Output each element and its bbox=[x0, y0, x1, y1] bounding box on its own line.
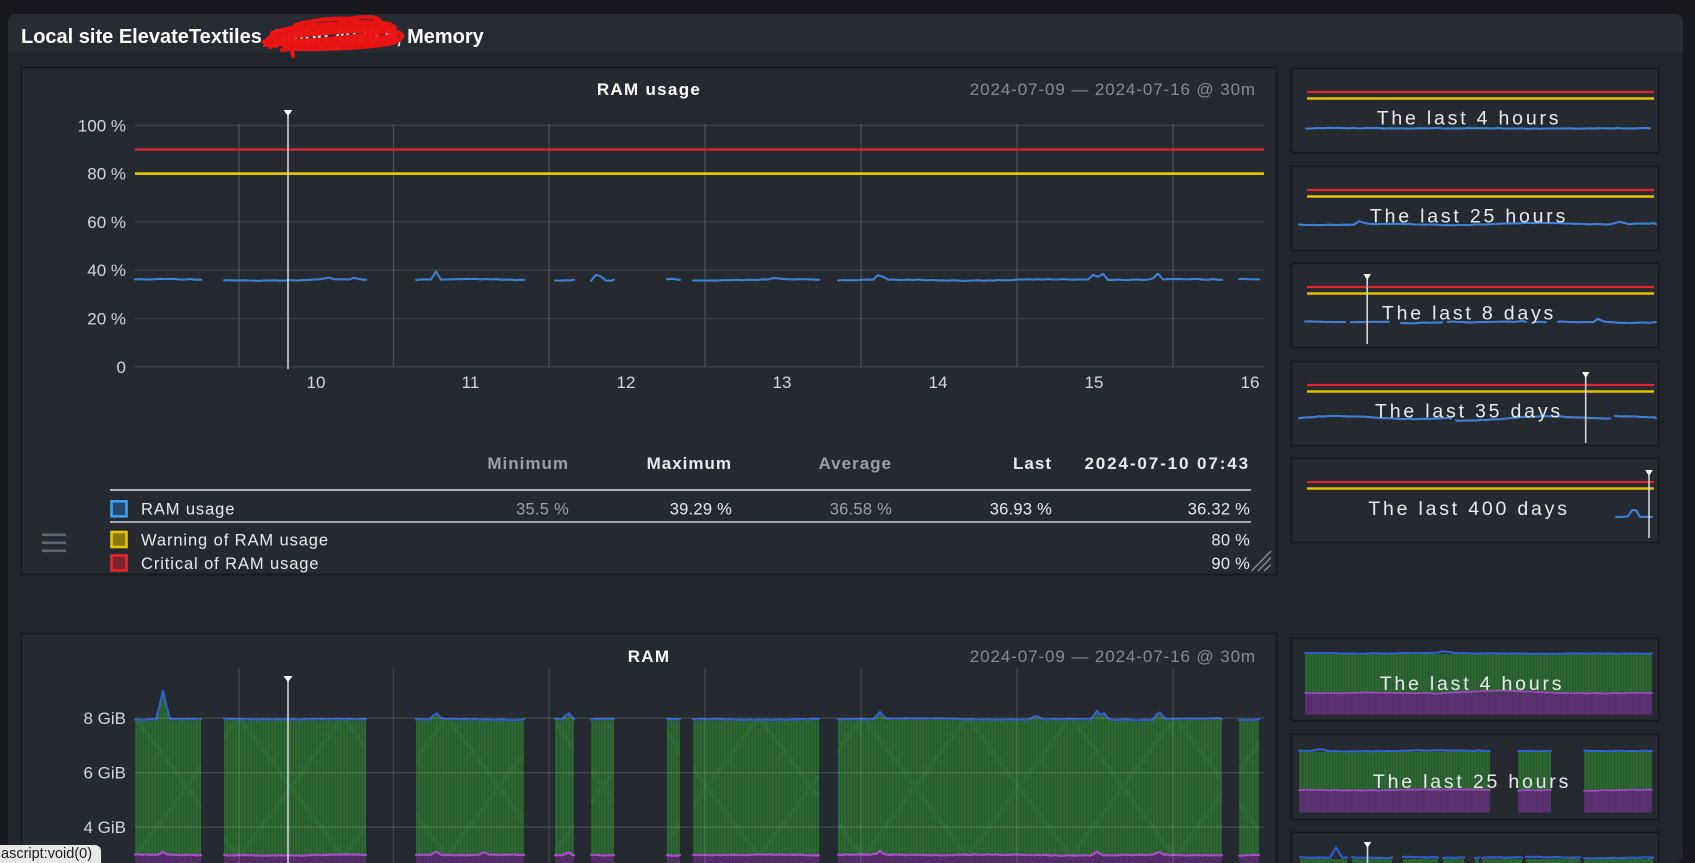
svg-text:36.58 %: 36.58 % bbox=[830, 501, 892, 519]
svg-text:2024-07-10 07:43: 2024-07-10 07:43 bbox=[1084, 454, 1250, 473]
svg-text:40 %: 40 % bbox=[87, 261, 126, 280]
svg-text:RAM usage: RAM usage bbox=[597, 80, 701, 99]
svg-text:The last 35 days: The last 35 days bbox=[1375, 401, 1563, 423]
svg-text:The last 25 hours: The last 25 hours bbox=[1373, 771, 1571, 793]
svg-text:RAM: RAM bbox=[628, 647, 671, 666]
svg-text:80 %: 80 % bbox=[87, 165, 126, 184]
svg-text:Critical of RAM usage: Critical of RAM usage bbox=[141, 555, 319, 573]
svg-text:, Memory: , Memory bbox=[396, 26, 485, 48]
svg-text:Local site ElevateTextiles,: Local site ElevateTextiles, bbox=[21, 26, 267, 48]
svg-text:Maximum: Maximum bbox=[647, 454, 732, 473]
svg-text:0: 0 bbox=[117, 358, 126, 377]
svg-text:11: 11 bbox=[462, 373, 480, 392]
svg-text:RAM usage: RAM usage bbox=[141, 501, 235, 519]
svg-text:100 %: 100 % bbox=[78, 116, 126, 135]
svg-text:Last: Last bbox=[1013, 454, 1052, 473]
svg-text:36.93 %: 36.93 % bbox=[990, 501, 1052, 519]
svg-text:14: 14 bbox=[929, 373, 948, 392]
svg-text:The last 25 hours: The last 25 hours bbox=[1370, 206, 1568, 228]
svg-text:The last 400 days: The last 400 days bbox=[1368, 498, 1570, 520]
svg-text:15: 15 bbox=[1085, 373, 1104, 392]
svg-text:35.5 %: 35.5 % bbox=[516, 501, 569, 519]
svg-text:39.29 %: 39.29 % bbox=[670, 501, 732, 519]
svg-text:2024-07-09 — 2024-07-16 @ 30m: 2024-07-09 — 2024-07-16 @ 30m bbox=[970, 647, 1256, 666]
svg-text:The last 4 hours: The last 4 hours bbox=[1380, 673, 1565, 695]
svg-text:12: 12 bbox=[617, 373, 636, 392]
svg-text:10: 10 bbox=[307, 373, 326, 392]
svg-text:8 GiB: 8 GiB bbox=[83, 709, 126, 728]
svg-text:6 GiB: 6 GiB bbox=[83, 764, 126, 783]
svg-text:80 %: 80 % bbox=[1211, 532, 1250, 550]
svg-text:The last 8 days: The last 8 days bbox=[1382, 303, 1556, 325]
svg-text:2024-07-09 — 2024-07-16 @ 30m: 2024-07-09 — 2024-07-16 @ 30m bbox=[970, 80, 1256, 99]
svg-text:Average: Average bbox=[819, 454, 892, 473]
svg-text:36.32 %: 36.32 % bbox=[1188, 501, 1250, 519]
svg-text:13: 13 bbox=[773, 373, 792, 392]
svg-text:The last 4 hours: The last 4 hours bbox=[1377, 108, 1562, 130]
svg-text:90 %: 90 % bbox=[1211, 555, 1250, 573]
svg-text:Minimum: Minimum bbox=[487, 454, 569, 473]
svg-text:16: 16 bbox=[1241, 373, 1260, 392]
svg-text:20 %: 20 % bbox=[87, 310, 126, 329]
svg-text:4 GiB: 4 GiB bbox=[83, 818, 126, 837]
svg-text:60 %: 60 % bbox=[87, 213, 126, 232]
svg-text:Warning of RAM usage: Warning of RAM usage bbox=[141, 532, 329, 550]
